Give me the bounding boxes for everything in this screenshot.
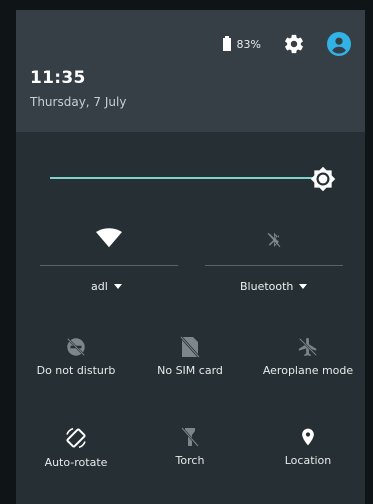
chevron-down-icon (299, 284, 308, 289)
clock-time[interactable]: 11:35 (30, 68, 86, 88)
gear-icon (285, 34, 303, 54)
brightness-slider[interactable] (50, 166, 350, 192)
wifi-divider (40, 265, 178, 266)
brightness-track[interactable] (50, 177, 314, 179)
wifi-icon (96, 228, 122, 248)
bluetooth-dropdown[interactable]: Bluetooth (240, 280, 308, 293)
settings-button[interactable] (283, 33, 305, 55)
airplane-mode-tile[interactable]: Aeroplane mode (256, 336, 360, 377)
location-tile[interactable]: Location (256, 426, 360, 467)
wifi-network-label: adl (91, 280, 108, 293)
wifi-dropdown[interactable]: adl (91, 280, 122, 293)
torch-label: Torch (175, 454, 205, 467)
quick-settings-header: 83% 11:35 Thursday, 7 July (16, 10, 365, 132)
torch-tile[interactable]: Torch (138, 426, 242, 467)
battery-icon (222, 35, 231, 51)
bluetooth-divider (205, 265, 343, 266)
no-sim-icon (180, 336, 200, 358)
bluetooth-icon (267, 232, 281, 248)
location-icon (302, 428, 314, 446)
do-not-disturb-label: Do not disturb (36, 364, 116, 377)
user-avatar-button[interactable] (327, 32, 351, 56)
auto-rotate-label: Auto-rotate (44, 456, 108, 469)
no-sim-tile[interactable]: No SIM card (138, 336, 242, 377)
battery-percent: 83% (236, 37, 261, 51)
bluetooth-tile[interactable] (205, 230, 343, 250)
no-sim-label: No SIM card (157, 364, 223, 377)
wifi-tile[interactable] (40, 228, 178, 248)
do-not-disturb-icon (66, 337, 86, 357)
chevron-down-icon (113, 284, 122, 289)
bluetooth-label: Bluetooth (240, 280, 294, 293)
location-label: Location (284, 454, 332, 467)
user-avatar-icon (327, 32, 351, 56)
airplane-mode-label: Aeroplane mode (262, 364, 354, 377)
status-row: 83% (222, 32, 351, 56)
auto-rotate-tile[interactable]: Auto-rotate (24, 426, 128, 469)
brightness-icon[interactable] (310, 166, 336, 192)
torch-icon (181, 427, 199, 447)
clock-date[interactable]: Thursday, 7 July (30, 95, 126, 109)
quick-settings-panel: 83% 11:35 Thursday, 7 July adl Bluetooth… (16, 10, 365, 504)
do-not-disturb-tile[interactable]: Do not disturb (24, 336, 128, 377)
auto-rotate-icon (66, 427, 86, 449)
airplane-icon (298, 337, 318, 357)
